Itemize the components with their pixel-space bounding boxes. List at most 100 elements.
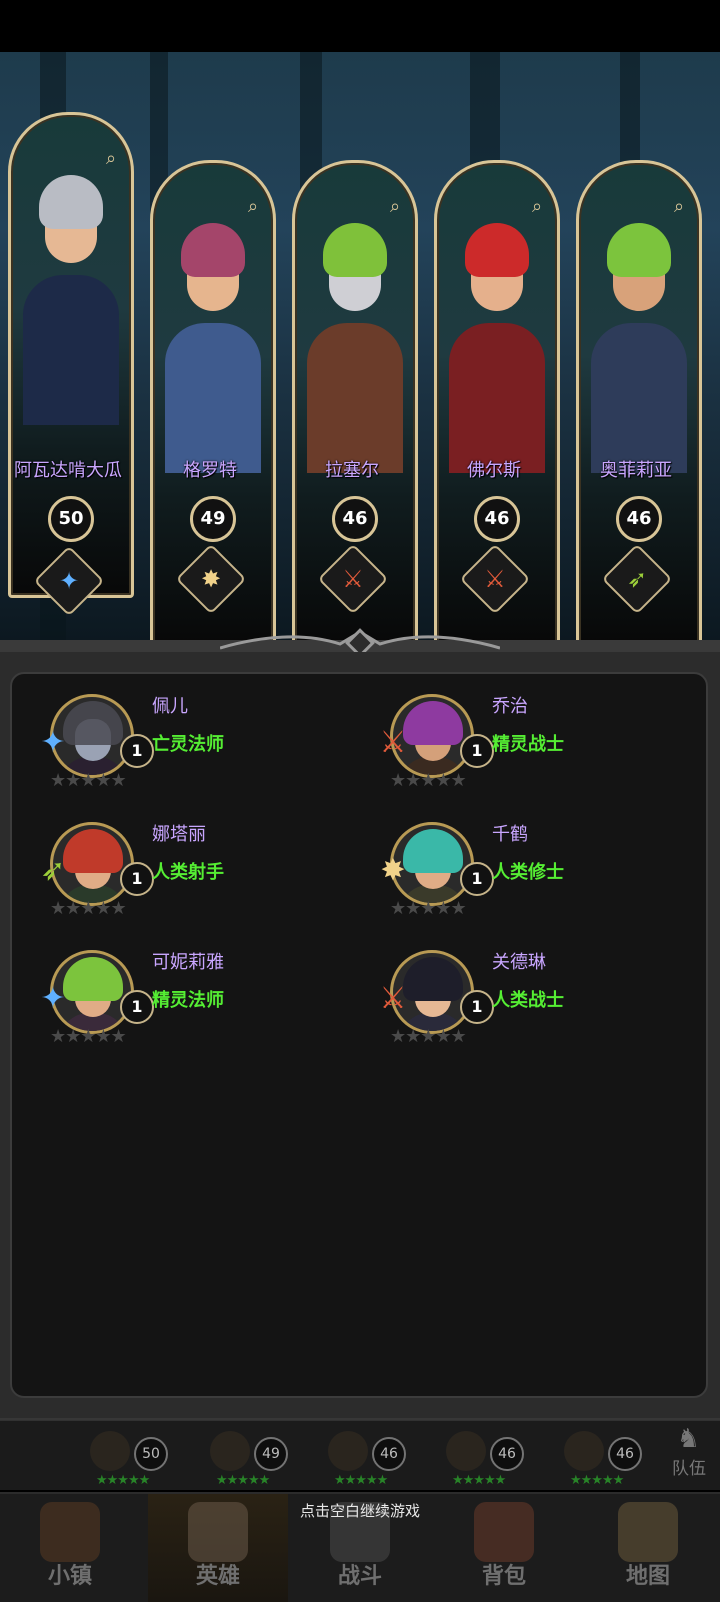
- roster-item-6[interactable]: ⚔ 1 ★★★★★ 关德琳 人类战士: [352, 930, 682, 1047]
- bow-icon: ➶: [40, 853, 66, 888]
- bow-icon: ➶: [626, 565, 648, 593]
- star-rating: ★★★★★: [390, 898, 467, 919]
- team-label[interactable]: 队伍: [672, 1454, 706, 1479]
- tab-label: 地图: [625, 1564, 670, 1589]
- star-rating: ★★★★★: [50, 770, 127, 791]
- tab-label: 战斗: [337, 1564, 382, 1589]
- hero-name: 佩儿: [152, 696, 188, 717]
- game-screen: ⌕ 阿瓦达啃大瓜 50 ✦ ⌕ 格罗特 49 ✸ ⌕ 拉塞尔 46 ⚔ ⌕ 佛尔…: [0, 0, 720, 1602]
- level-badge: 50: [48, 496, 94, 542]
- hero-portrait: [305, 213, 405, 473]
- status-bar: [0, 0, 720, 52]
- avatar-hair: [403, 701, 463, 745]
- star-rating: ★★★★★: [50, 1026, 127, 1047]
- team-strip[interactable]: 50 ★★★★★ 49 ★★★★★ 46 ★★★★★ 46 ★★★★★ 46 ★…: [0, 1418, 720, 1490]
- portrait-body: [23, 275, 119, 425]
- sword-icon: ⚔: [342, 565, 364, 593]
- hero-name: 拉塞尔: [325, 460, 379, 481]
- level-badge: 46: [616, 496, 662, 542]
- portrait-body: [307, 323, 403, 473]
- team-card-3[interactable]: ⌕ 拉塞尔 46 ⚔: [286, 160, 418, 648]
- strip-hero-icon: [90, 1431, 130, 1471]
- portrait-body: [591, 323, 687, 473]
- portrait-hair: [181, 223, 245, 277]
- team-card-2[interactable]: ⌕ 格罗特 49 ✸: [144, 160, 276, 648]
- portrait-hair: [323, 223, 387, 277]
- hero-name: 千鹤: [492, 824, 528, 845]
- magnify-icon[interactable]: ⌕: [532, 198, 550, 216]
- avatar-hair: [63, 957, 123, 1001]
- magic-staff-icon: ✦: [40, 981, 66, 1016]
- strip-level: 46: [490, 1437, 524, 1471]
- strip-stars: ★★★★★: [216, 1473, 270, 1488]
- magnify-icon[interactable]: ⌕: [674, 198, 692, 216]
- team-card-4[interactable]: ⌕ 佛尔斯 46 ⚔: [428, 160, 560, 648]
- strip-hero[interactable]: 46 ★★★★★: [434, 1429, 544, 1488]
- star-rating: ★★★★★: [50, 898, 127, 919]
- strip-hero[interactable]: 46 ★★★★★: [552, 1429, 662, 1488]
- magnify-icon[interactable]: ⌕: [248, 198, 266, 216]
- level-badge: 1: [120, 862, 154, 896]
- star-rating: ★★★★★: [390, 1026, 467, 1047]
- strip-hero[interactable]: 46 ★★★★★: [316, 1429, 426, 1488]
- magnify-icon[interactable]: ⌕: [106, 150, 124, 168]
- hero-portrait: [447, 213, 547, 473]
- strip-hero-icon: [210, 1431, 250, 1471]
- avatar-hair: [403, 957, 463, 1001]
- team-card-1[interactable]: ⌕ 阿瓦达啃大瓜 50 ✦: [2, 112, 134, 617]
- hero-class: 人类修士: [492, 862, 564, 883]
- hero-name: 格罗特: [183, 460, 237, 481]
- level-badge: 46: [332, 496, 378, 542]
- level-badge: 1: [460, 990, 494, 1024]
- holy-star-icon: ✸: [380, 853, 406, 888]
- hero-class: 精灵战士: [492, 734, 564, 755]
- roster-item-3[interactable]: ➶ 1 ★★★★★ 娜塔丽 人类射手: [12, 802, 342, 919]
- strip-hero-icon: [564, 1431, 604, 1471]
- portrait-hair: [465, 223, 529, 277]
- roster-item-2[interactable]: ⚔ 1 ★★★★★ 乔治 精灵战士: [352, 674, 682, 791]
- hero-name: 乔治: [492, 696, 528, 717]
- hero-name: 奥菲莉亚: [600, 460, 672, 481]
- avatar-hair: [63, 701, 123, 745]
- hero-name: 可妮莉雅: [152, 952, 224, 973]
- tab-label: 小镇: [47, 1564, 92, 1589]
- strip-level: 46: [608, 1437, 642, 1471]
- continue-hint: 点击空白继续游戏: [299, 1502, 420, 1520]
- roster-item-1[interactable]: ✦ 1 ★★★★★ 佩儿 亡灵法师: [12, 674, 342, 791]
- hero-class: 人类射手: [152, 862, 224, 883]
- strip-hero[interactable]: 50 ★★★★★: [78, 1429, 188, 1488]
- strip-hero[interactable]: 49 ★★★★★: [198, 1429, 308, 1488]
- strip-hero-icon: [446, 1431, 486, 1471]
- avatar-hair: [63, 829, 123, 873]
- magic-staff-icon: ✦: [58, 567, 80, 595]
- star-rating: ★★★★★: [390, 770, 467, 791]
- hero-portrait: [21, 165, 121, 425]
- strip-stars: ★★★★★: [570, 1473, 624, 1488]
- magic-staff-icon: ✦: [40, 725, 66, 760]
- hero-roster-panel: ✦ 1 ★★★★★ 佩儿 亡灵法师 ⚔ 1 ★★★★★ 乔治 精灵战士 ➶ 1 …: [10, 672, 708, 1398]
- portrait-hair: [39, 175, 103, 229]
- roster-item-5[interactable]: ✦ 1 ★★★★★ 可妮莉雅 精灵法师: [12, 930, 342, 1047]
- level-badge: 1: [120, 990, 154, 1024]
- avatar-hair: [403, 829, 463, 873]
- sword-icon: ⚔: [484, 565, 506, 593]
- team-card-5[interactable]: ⌕ 奥菲莉亚 46 ➶: [570, 160, 702, 648]
- hero-portrait: [589, 213, 689, 473]
- team-lineup: ⌕ 阿瓦达啃大瓜 50 ✦ ⌕ 格罗特 49 ✸ ⌕ 拉塞尔 46 ⚔ ⌕ 佛尔…: [0, 112, 720, 646]
- tab-label: 背包: [481, 1564, 526, 1589]
- magnify-icon[interactable]: ⌕: [390, 198, 408, 216]
- hero-name: 阿瓦达啃大瓜: [14, 460, 122, 481]
- level-badge: 1: [460, 862, 494, 896]
- hero-name: 娜塔丽: [152, 824, 206, 845]
- roster-item-4[interactable]: ✸ 1 ★★★★★ 千鹤 人类修士: [352, 802, 682, 919]
- sword-icon: ⚔: [379, 725, 407, 760]
- tab-label: 英雄: [195, 1564, 240, 1589]
- hero-name: 佛尔斯: [467, 460, 521, 481]
- strip-stars: ★★★★★: [334, 1473, 388, 1488]
- hero-portrait: [163, 213, 263, 473]
- strip-hero-icon: [328, 1431, 368, 1471]
- strip-level: 49: [254, 1437, 288, 1471]
- level-badge: 1: [460, 734, 494, 768]
- portrait-hair: [607, 223, 671, 277]
- portrait-body: [449, 323, 545, 473]
